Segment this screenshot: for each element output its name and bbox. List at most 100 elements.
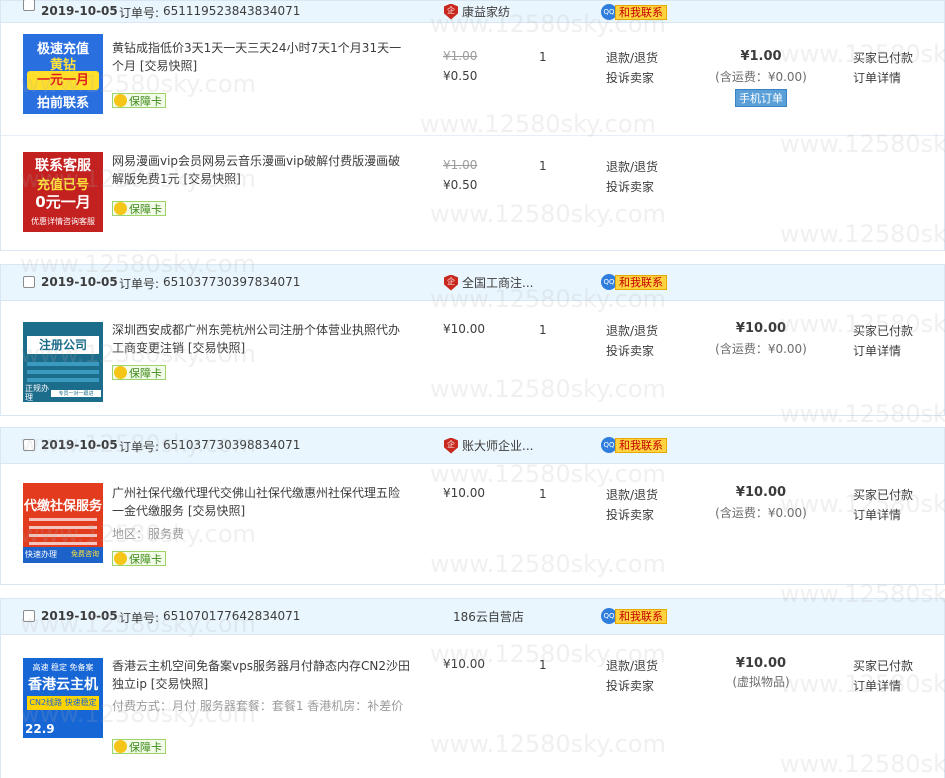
order-checkbox[interactable] xyxy=(23,0,35,11)
order-no: 651119523843834071 xyxy=(163,4,301,18)
order-no: 651037730398834071 xyxy=(163,438,301,452)
refund-link[interactable]: 退款/退货 xyxy=(606,321,658,341)
shop-name: 账大师企业... xyxy=(462,439,534,453)
order-detail-link[interactable]: 订单详情 xyxy=(853,68,913,88)
order-no-label: 订单号: xyxy=(119,6,160,20)
thumb-text: CN2线路 快速稳定 xyxy=(27,696,99,710)
order-no: 651070177642834071 xyxy=(163,609,301,623)
product-thumbnail[interactable]: 代缴社保服务 快速办理 免费咨询 xyxy=(23,483,103,563)
order-no-label: 订单号: xyxy=(119,277,160,291)
sku-info: 地区：服务费 xyxy=(112,527,185,541)
contact-seller-button[interactable]: QQ 和我联系 xyxy=(601,608,667,624)
shop-link[interactable]: 企 康益家纺 xyxy=(444,3,510,20)
shop-icon: 企 xyxy=(444,274,458,291)
refund-link[interactable]: 退款/退货 xyxy=(606,48,658,68)
original-price: ¥1.00 xyxy=(443,158,478,172)
contact-seller-button[interactable]: QQ 和我联系 xyxy=(601,4,667,20)
order-no: 651037730397834071 xyxy=(163,275,301,289)
price-cell: ¥1.00 ¥0.50 xyxy=(443,49,477,83)
complain-link[interactable]: 投诉卖家 xyxy=(606,505,658,525)
status-cell: 买家已付款 订单详情 xyxy=(853,321,913,361)
shop-name: 186云自营店 xyxy=(453,610,524,624)
thumb-text: 优惠详情咨询客服 xyxy=(31,217,95,226)
shop-link[interactable]: 企 账大师企业... xyxy=(444,437,533,454)
protect-card-label: 保障卡 xyxy=(129,366,162,380)
product-thumbnail[interactable]: 极速充值 黄钻 一元一月 拍前联系 xyxy=(23,34,103,114)
refund-link[interactable]: 退款/退货 xyxy=(606,656,658,676)
order-header: 2019-10-05 订单号: 651037730398834071 企 账大师… xyxy=(1,428,944,464)
protect-card-badge[interactable]: 保障卡 xyxy=(112,739,166,754)
shipping-fee: (含运费：¥0.00) xyxy=(715,506,807,520)
complain-link[interactable]: 投诉卖家 xyxy=(606,68,658,88)
order-checkbox[interactable] xyxy=(23,276,35,288)
product-title[interactable]: 香港云主机空间免备案vps服务器月付静态内存CN2沙田独立ip [交易快照] xyxy=(112,657,410,693)
flower-icon xyxy=(114,94,127,107)
order-detail-link[interactable]: 订单详情 xyxy=(853,341,913,361)
shop-link[interactable]: 186云自营店 xyxy=(453,608,524,625)
protect-card-label: 保障卡 xyxy=(129,552,162,566)
flower-icon xyxy=(114,552,127,565)
snapshot-link[interactable]: [交易快照] xyxy=(188,341,245,355)
order-date: 2019-10-05 xyxy=(41,275,118,289)
snapshot-link[interactable]: [交易快照] xyxy=(140,59,197,73)
snapshot-link[interactable]: [交易快照] xyxy=(183,172,240,186)
quantity: 1 xyxy=(539,658,547,672)
product-title[interactable]: 黄钻成指低价3天1天一天三天24小时7天1个月31天一个月 [交易快照] xyxy=(112,39,410,75)
thumb-text: 22.9 xyxy=(25,722,55,736)
refund-cell: 退款/退货 投诉卖家 xyxy=(606,157,658,197)
thumb-text: 联系客服 xyxy=(35,158,91,174)
contact-seller-button[interactable]: QQ 和我联系 xyxy=(601,437,667,453)
protect-card-badge[interactable]: 保障卡 xyxy=(112,365,166,380)
product-title-text[interactable]: 网易漫画vip会员网易云音乐漫画vip破解付费版漫画破解版免费1元 xyxy=(112,154,400,186)
product-title-text[interactable]: 深圳西安成都广州东莞杭州公司注册个体营业执照代办工商变更注销 xyxy=(112,323,400,355)
order-card: 2019-10-05 订单号: 651037730397834071 企 全国工… xyxy=(0,264,945,416)
product-title[interactable]: 网易漫画vip会员网易云音乐漫画vip破解付费版漫画破解版免费1元 [交易快照] xyxy=(112,152,410,188)
refund-link[interactable]: 退款/退货 xyxy=(606,485,658,505)
total-amount: ¥1.00 xyxy=(740,49,782,64)
product-title[interactable]: 深圳西安成都广州东莞杭州公司注册个体营业执照代办工商变更注销 [交易快照] xyxy=(112,321,410,357)
thumb-text: 高速 稳定 免备案 xyxy=(32,663,94,672)
refund-cell: 退款/退货 投诉卖家 xyxy=(606,656,658,696)
order-checkbox[interactable] xyxy=(23,439,35,451)
thumb-text: 0元一月 xyxy=(35,193,91,211)
protect-card-badge[interactable]: 保障卡 xyxy=(112,201,166,216)
quantity: 1 xyxy=(539,50,547,64)
complain-link[interactable]: 投诉卖家 xyxy=(606,676,658,696)
order-card: 2019-10-05 订单号: 651119523843834071 企 康益家… xyxy=(0,0,945,251)
thumb-decoration xyxy=(27,362,99,382)
complain-link[interactable]: 投诉卖家 xyxy=(606,341,658,361)
shop-name: 全国工商注... xyxy=(462,276,534,290)
protect-card-badge[interactable]: 保障卡 xyxy=(112,551,166,566)
order-checkbox[interactable] xyxy=(23,610,35,622)
complain-link[interactable]: 投诉卖家 xyxy=(606,177,658,197)
quantity: 1 xyxy=(539,487,547,501)
contact-seller-button[interactable]: QQ 和我联系 xyxy=(601,274,667,290)
product-thumbnail[interactable]: 联系客服 充值已号 0元一月 优惠详情咨询客服 xyxy=(23,152,103,232)
order-status: 买家已付款 xyxy=(853,324,914,338)
refund-cell: 退款/退货 投诉卖家 xyxy=(606,321,658,361)
order-date: 2019-10-05 xyxy=(41,438,118,452)
order-detail-link[interactable]: 订单详情 xyxy=(853,676,913,696)
order-status: 买家已付款 xyxy=(853,659,914,673)
flower-icon xyxy=(114,366,127,379)
protect-card-badge[interactable]: 保障卡 xyxy=(112,93,166,108)
contact-label: 和我联系 xyxy=(615,274,667,290)
shop-icon: 企 xyxy=(444,3,458,20)
product-thumbnail[interactable]: 高速 稳定 免备案 香港云主机 CN2线路 快速稳定 22.9 xyxy=(23,658,103,738)
thumb-text: 快速办理 xyxy=(25,550,57,559)
contact-label: 和我联系 xyxy=(615,4,667,20)
unit-price: ¥10.00 xyxy=(443,322,485,336)
order-date: 2019-10-05 xyxy=(41,4,118,18)
total-cell: ¥10.00 (含运费：¥0.00) xyxy=(711,321,811,357)
shop-link[interactable]: 企 全国工商注... xyxy=(444,274,533,291)
snapshot-link[interactable]: [交易快照] xyxy=(188,504,245,518)
product-title-text[interactable]: 广州社保代缴代理代交佛山社保代缴惠州社保代理五险一金代缴服务 xyxy=(112,486,400,518)
order-item: 联系客服 充值已号 0元一月 优惠详情咨询客服 网易漫画vip会员网易云音乐漫画… xyxy=(1,136,944,250)
product-thumbnail[interactable]: 注册公司 正规办理 专员一对一跟进 xyxy=(23,322,103,402)
product-title[interactable]: 广州社保代缴代理代交佛山社保代缴惠州社保代理五险一金代缴服务 [交易快照] xyxy=(112,484,410,520)
refund-link[interactable]: 退款/退货 xyxy=(606,157,658,177)
snapshot-link[interactable]: [交易快照] xyxy=(151,677,208,691)
shop-name: 康益家纺 xyxy=(462,5,511,19)
order-card: 2019-10-05 订单号: 651070177642834071 186云自… xyxy=(0,598,945,778)
order-detail-link[interactable]: 订单详情 xyxy=(853,505,913,525)
